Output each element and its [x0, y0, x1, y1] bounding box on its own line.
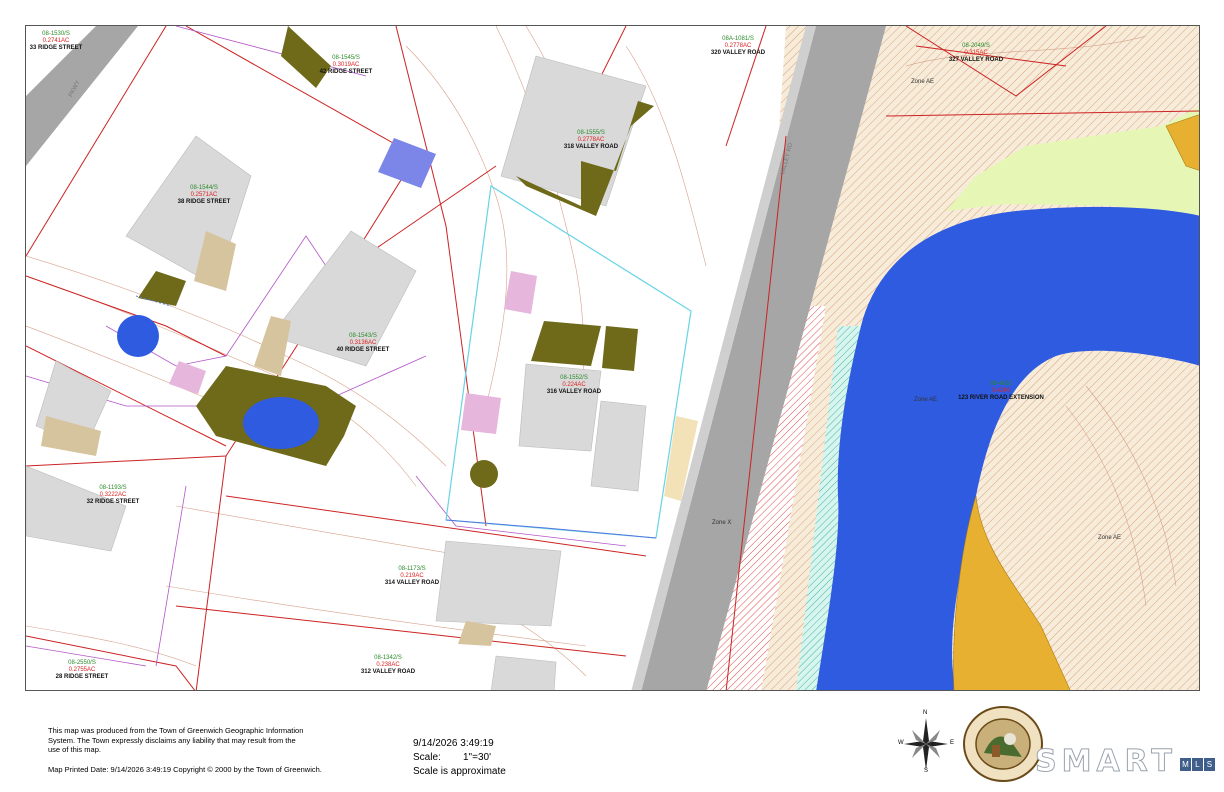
scale-note: Scale is approximate [413, 766, 506, 777]
timestamp: 9/14/2026 3:49:19 [413, 738, 494, 749]
parcel-label[interactable]: 08A-1081/S 0.2778AC 320 VALLEY ROAD [711, 36, 765, 57]
compass-east: E [950, 740, 955, 746]
town-seal-logo [962, 705, 1044, 783]
tree [470, 460, 498, 488]
zone-ae-label-top: Zone AE [911, 79, 935, 85]
parcel-label[interactable]: 08-1342/S 0.238AC 312 VALLEY ROAD [361, 655, 415, 676]
parcel-label[interactable]: 08-1555/S 0.2778AC 318 VALLEY ROAD [564, 130, 618, 151]
parcel-label[interactable]: 08-1544/S 0.2571AC 38 RIDGE STREET [178, 185, 231, 206]
parcel-label-subject[interactable]: 08-1552/S 0.224AC 316 VALLEY ROAD [547, 375, 601, 396]
parcel-label[interactable]: 08-4810 0.4240 123 RIVER ROAD EXTENSION [958, 381, 1044, 402]
compass-west: W [898, 740, 904, 746]
smart-mls-logo: SMART M L S [1035, 744, 1215, 780]
scale-block: 9/14/2026 3:49:19 Scale: 1"=30' Scale is … [413, 737, 506, 779]
parcel-label[interactable]: 08-1173/S 0.219AC 314 VALLEY ROAD [385, 566, 439, 587]
building-footprints [26, 55, 647, 690]
printed-date-text: Map Printed Date: 9/14/2026 3:49:19 Copy… [48, 765, 322, 774]
scale-value: 1"=30' [463, 752, 491, 763]
parcel-label[interactable]: 08-1530/S 0.2741AC 33 RIDGE STREET [30, 31, 83, 52]
parcel-label[interactable]: 08-1543/S 0.3136AC 40 RIDGE STREET [337, 333, 390, 354]
parcel-label[interactable]: 08-1193/S 0.3222AC 32 RIDGE STREET [87, 485, 140, 506]
parcel-label[interactable]: 08-2550/S 0.2755AC 28 RIDGE STREET [56, 660, 109, 681]
compass-south: S [924, 768, 929, 774]
disclaimer-text: This map was produced from the Town of G… [48, 726, 304, 754]
gis-map[interactable]: PKWY VALLEY RD Zone AE Zone AE Zone AE Z… [25, 25, 1200, 691]
zone-ae-label-river: Zone AE [914, 397, 938, 403]
pool-round [117, 315, 159, 357]
map-canvas [26, 26, 1199, 690]
parcel-label[interactable]: 08-2049/S 0.315AC 327 VALLEY ROAD [949, 43, 1003, 64]
compass-rose-icon: N S W E [898, 710, 955, 776]
pool-oval [243, 397, 319, 449]
parcel-label[interactable]: 08-1545/S 0.3019AC 42 RIDGE STREET [320, 55, 373, 76]
scale-label: Scale: [413, 752, 441, 763]
zone-ae-label-right: Zone AE [1098, 535, 1122, 541]
compass-north: N [923, 710, 928, 716]
zone-x-label: Zone X [712, 520, 732, 526]
